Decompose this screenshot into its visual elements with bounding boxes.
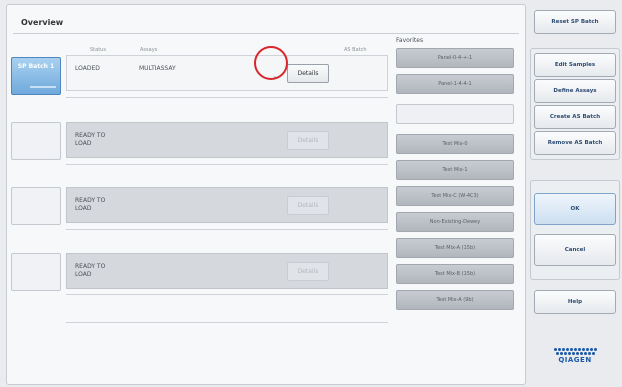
title-divider [13, 33, 519, 34]
edit-samples-button[interactable]: Edit Samples [534, 53, 616, 77]
highlight-circle [254, 46, 288, 80]
favorite-button[interactable]: Test Mix-C (W-4C3) [396, 186, 514, 206]
help-button[interactable]: Help [534, 290, 616, 314]
ok-button[interactable]: OK [534, 193, 616, 225]
create-as-batch-button[interactable]: Create AS Batch [534, 105, 616, 129]
column-header-status: Status [90, 47, 106, 53]
slot-button-1[interactable]: SP Batch 1 [11, 57, 61, 95]
column-header-as-batch: AS Batch [344, 47, 367, 53]
batch-status: READY TO LOAD [75, 197, 106, 212]
batch-status: LOADED [75, 65, 100, 72]
batch-status: READY TO LOAD [75, 132, 106, 147]
slot-button-2[interactable] [11, 122, 61, 160]
favorites-label: Favorites [396, 37, 424, 44]
slot-label: SP Batch 1 [17, 63, 55, 70]
batch-assay: MULTIASSAY [139, 65, 176, 72]
row-divider [66, 322, 388, 323]
details-button-4[interactable]: Details [287, 262, 329, 281]
row-divider [66, 229, 388, 230]
slot-button-3[interactable] [11, 187, 61, 225]
favorite-button[interactable]: Non-Existing-Dewey [396, 212, 514, 232]
row-divider [66, 294, 388, 295]
favorite-button[interactable]: Test Mix-B (15b) [396, 264, 514, 284]
slot-indicator-bar [30, 86, 56, 88]
favorite-button[interactable]: Panel-0-4-+-1 [396, 48, 514, 68]
remove-as-batch-button[interactable]: Remove AS Batch [534, 131, 616, 155]
favorite-button[interactable]: Test Mix-A (9b) [396, 290, 514, 310]
favorite-button[interactable]: Panel-1-4-4-1 [396, 74, 514, 94]
favorite-button[interactable]: Test Mix-1 [396, 160, 514, 180]
favorite-button[interactable]: Test Mix-0 [396, 134, 514, 154]
favorite-button-empty[interactable] [396, 104, 514, 124]
slot-button-4[interactable] [11, 253, 61, 291]
logo-dots-icon [553, 348, 597, 355]
cancel-button[interactable]: Cancel [534, 234, 616, 266]
reset-sp-batch-button[interactable]: Reset SP Batch [534, 10, 616, 34]
batch-status: READY TO LOAD [75, 263, 106, 278]
row-divider [66, 97, 388, 98]
batch-row-3[interactable]: READY TO LOAD Details [66, 187, 388, 223]
column-header-assays: Assays [140, 47, 158, 53]
details-button-1[interactable]: Details [287, 64, 329, 83]
details-button-2[interactable]: Details [287, 131, 329, 150]
row-divider [66, 164, 388, 165]
define-assays-button[interactable]: Define Assays [534, 79, 616, 103]
favorite-button[interactable]: Test Mix-A (15b) [396, 238, 514, 258]
batch-row-1[interactable]: LOADED MULTIASSAY ⌄ Details [66, 55, 388, 91]
overview-title: Overview [21, 18, 64, 27]
qiagen-logo: QIAGEN [553, 348, 597, 364]
brand-name: QIAGEN [558, 356, 592, 364]
batch-row-2[interactable]: READY TO LOAD Details [66, 122, 388, 158]
batch-row-4[interactable]: READY TO LOAD Details [66, 253, 388, 289]
details-button-3[interactable]: Details [287, 196, 329, 215]
